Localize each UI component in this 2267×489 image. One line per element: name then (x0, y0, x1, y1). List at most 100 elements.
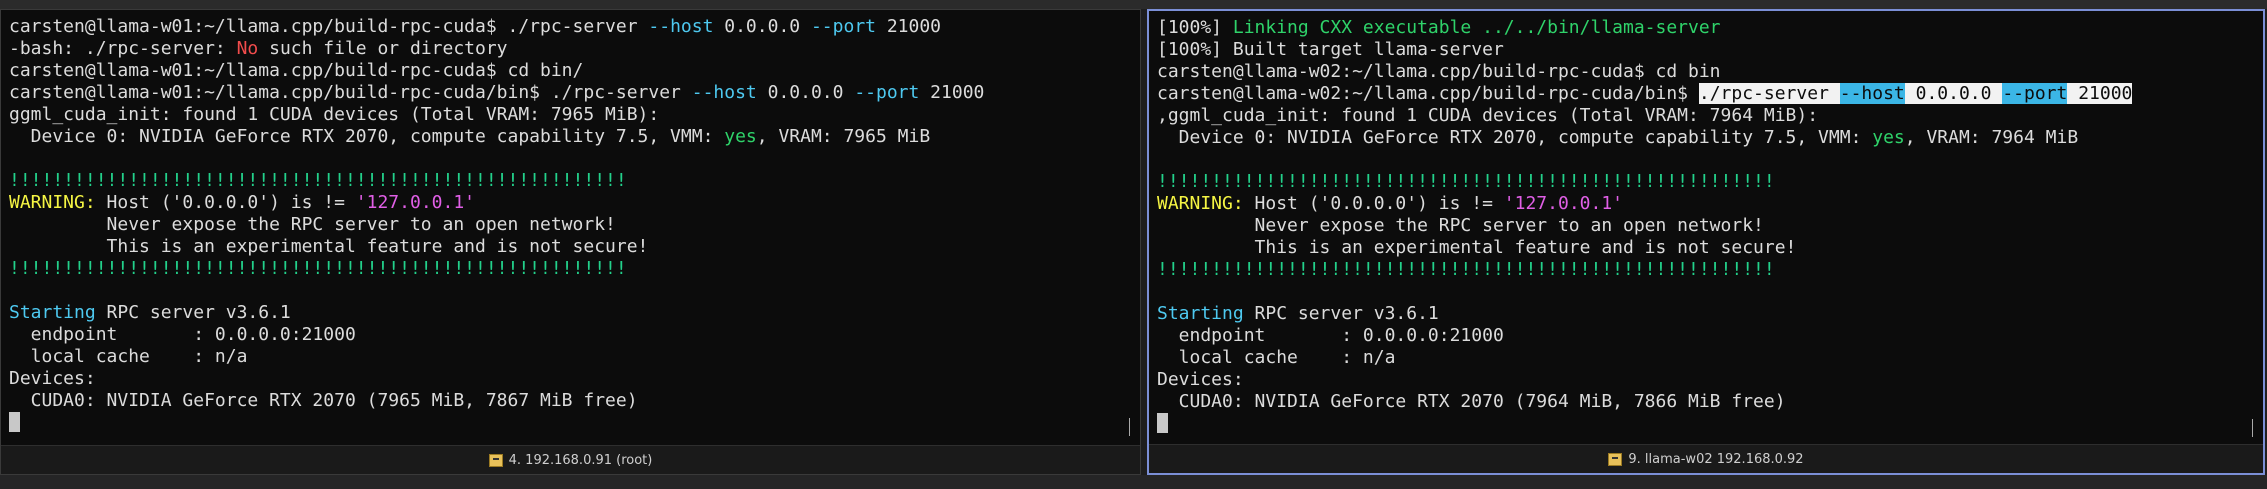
terminal-line: Starting RPC server v3.6.1 (1157, 303, 2243, 325)
terminal-text-segment: --port (810, 16, 876, 37)
terminal-text-segment: Starting (9, 302, 96, 323)
terminal-text-segment: local cache : n/a (9, 346, 248, 367)
pane-status-bar-left[interactable]: 4. 192.168.0.91 (root) (1, 445, 1140, 474)
terminal-text-segment: !!!!!!!!!!!!!!!!!!!!!!!!!!!!!!!!!!!!!!!!… (1157, 259, 1775, 280)
scrollbar-right[interactable] (2252, 419, 2253, 437)
terminal-text-segment: ./rpc-server (1698, 83, 1840, 104)
terminal-text-segment: CUDA0: NVIDIA GeForce RTX 2070 (7964 MiB… (1157, 391, 1786, 412)
terminal-text-segment: carsten@llama-w02:~/llama.cpp/build-rpc-… (1157, 61, 1721, 82)
terminal-text-segment: [100%] (1157, 17, 1233, 38)
window-top-strip (0, 0, 2267, 9)
terminal-text-segment: WARNING: (9, 192, 96, 213)
terminal-line: Devices: (9, 368, 1120, 390)
terminal-line: Starting RPC server v3.6.1 (9, 302, 1120, 324)
terminal-text-segment: 21000 (919, 82, 985, 103)
terminal-line: local cache : n/a (1157, 347, 2243, 369)
terminal-text-segment: '127.0.0.1' (1503, 193, 1624, 214)
terminal-tab-icon (1608, 452, 1623, 466)
terminal-text-segment: Never expose the RPC server to an open n… (9, 214, 616, 235)
scrollbar-left[interactable] (1129, 418, 1130, 436)
terminal-line: This is an experimental feature and is n… (9, 236, 1120, 258)
terminal-text-segment: --host (648, 16, 714, 37)
terminal-text-segment: Devices: (1157, 369, 1244, 390)
terminal-text-segment: --port (2002, 83, 2068, 104)
terminal-line: CUDA0: NVIDIA GeForce RTX 2070 (7964 MiB… (1157, 391, 2243, 413)
terminal-text-segment: yes (1872, 127, 1905, 148)
terminal-output-right[interactable]: [100%] Linking CXX executable ../../bin/… (1157, 17, 2243, 435)
terminal-line: -bash: ./rpc-server: No such file or dir… (9, 38, 1120, 60)
terminal-text-segment: local cache : n/a (1157, 347, 1396, 368)
terminal-text-segment: Linking CXX executable ../../bin/llama-s… (1232, 17, 1721, 38)
pane-status-bar-right[interactable]: 9. llama-w02 192.168.0.92 (1149, 444, 2263, 473)
terminal-text-segment: This is an experimental feature and is n… (9, 236, 649, 257)
terminal-line: local cache : n/a (9, 346, 1120, 368)
terminal-text-segment: Host ('0.0.0.0') is != (95, 192, 356, 213)
terminal-line: carsten@llama-w01:~/llama.cpp/build-rpc-… (9, 16, 1120, 38)
window-bottom-strip (0, 475, 2267, 489)
terminal-text-segment: such file or directory (258, 38, 508, 59)
terminal-line: !!!!!!!!!!!!!!!!!!!!!!!!!!!!!!!!!!!!!!!!… (1157, 259, 2243, 281)
terminal-text-segment: ggml_cuda_init: found 1 CUDA devices (To… (9, 104, 660, 125)
terminal-line: carsten@llama-w01:~/llama.cpp/build-rpc-… (9, 60, 1120, 82)
terminal-text-segment: WARNING: (1157, 193, 1244, 214)
terminal-text-segment: Device 0: NVIDIA GeForce RTX 2070, compu… (9, 126, 725, 147)
terminal-line: carsten@llama-w02:~/llama.cpp/build-rpc-… (1157, 61, 2243, 83)
terminal-line: [100%] Linking CXX executable ../../bin/… (1157, 17, 2243, 39)
terminal-text-segment: Host ('0.0.0.0') is != (1243, 193, 1504, 214)
terminal-line: This is an experimental feature and is n… (1157, 237, 2243, 259)
terminal-line: WARNING: Host ('0.0.0.0') is != '127.0.0… (1157, 193, 2243, 215)
terminal-text-segment: '127.0.0.1' (355, 192, 476, 213)
terminal-text-segment: Starting (1157, 303, 1244, 324)
terminal-text-segment: carsten@llama-w01:~/llama.cpp/build-rpc-… (9, 16, 649, 37)
terminal-line: Never expose the RPC server to an open n… (9, 214, 1120, 236)
terminal-text-segment: !!!!!!!!!!!!!!!!!!!!!!!!!!!!!!!!!!!!!!!!… (9, 258, 627, 279)
terminal-text-segment: Devices: (9, 368, 96, 389)
text-cursor (1157, 413, 1168, 433)
terminal-text-segment: carsten@llama-w02:~/llama.cpp/build-rpc-… (1157, 83, 1699, 104)
terminal-text-segment: yes (724, 126, 757, 147)
terminal-line: Devices: (1157, 369, 2243, 391)
terminal-line: ggml_cuda_init: found 1 CUDA devices (To… (9, 104, 1120, 126)
terminal-line: Device 0: NVIDIA GeForce RTX 2070, compu… (9, 126, 1120, 148)
terminal-line: !!!!!!!!!!!!!!!!!!!!!!!!!!!!!!!!!!!!!!!!… (9, 170, 1120, 192)
terminal-text-segment: carsten@llama-w01:~/llama.cpp/build-rpc-… (9, 60, 584, 81)
terminal-text-segment: --host (1839, 83, 1905, 104)
terminal-pane-left[interactable]: carsten@llama-w01:~/llama.cpp/build-rpc-… (0, 9, 1141, 475)
terminal-cursor-line (9, 412, 1120, 434)
terminal-text-segment: No (236, 38, 259, 59)
terminal-line: [100%] Built target llama-server (1157, 39, 2243, 61)
terminal-text-segment: RPC server v3.6.1 (95, 302, 291, 323)
terminal-text-segment: !!!!!!!!!!!!!!!!!!!!!!!!!!!!!!!!!!!!!!!!… (1157, 171, 1775, 192)
text-cursor (9, 412, 20, 432)
terminal-text-segment: 0.0.0.0 (756, 82, 855, 103)
terminal-line: CUDA0: NVIDIA GeForce RTX 2070 (7965 MiB… (9, 390, 1120, 412)
terminal-text-segment: carsten@llama-w01:~/llama.cpp/build-rpc-… (9, 82, 692, 103)
terminal-line: endpoint : 0.0.0.0:21000 (9, 324, 1120, 346)
terminal-text-segment: 0.0.0.0 (713, 16, 811, 37)
terminal-text-segment: 21000 (2067, 83, 2133, 104)
terminal-line: !!!!!!!!!!!!!!!!!!!!!!!!!!!!!!!!!!!!!!!!… (1157, 171, 2243, 193)
terminal-line: endpoint : 0.0.0.0:21000 (1157, 325, 2243, 347)
terminal-text-segment: [100%] Built target llama-server (1157, 39, 1504, 60)
terminal-text-segment: , VRAM: 7964 MiB (1904, 127, 2079, 148)
terminal-line: carsten@llama-w01:~/llama.cpp/build-rpc-… (9, 82, 1120, 104)
terminal-text-segment: This is an experimental feature and is n… (1157, 237, 1797, 258)
terminal-text-segment: Device 0: NVIDIA GeForce RTX 2070, compu… (1157, 127, 1873, 148)
terminal-text-segment: endpoint : 0.0.0.0:21000 (9, 324, 356, 345)
terminal-pane-right[interactable]: [100%] Linking CXX executable ../../bin/… (1147, 9, 2265, 475)
terminal-text-segment: ,ggml_cuda_init: found 1 CUDA devices (T… (1157, 105, 1819, 126)
terminal-text-segment: 21000 (876, 16, 942, 37)
terminal-text-segment: 0.0.0.0 (1904, 83, 2003, 104)
terminal-text-segment: CUDA0: NVIDIA GeForce RTX 2070 (7965 MiB… (9, 390, 638, 411)
terminal-tab-icon (488, 453, 503, 467)
terminal-text-segment: , VRAM: 7965 MiB (756, 126, 931, 147)
terminal-line: Never expose the RPC server to an open n… (1157, 215, 2243, 237)
terminal-text-segment: RPC server v3.6.1 (1243, 303, 1439, 324)
terminal-output-left[interactable]: carsten@llama-w01:~/llama.cpp/build-rpc-… (9, 16, 1120, 434)
terminal-line: WARNING: Host ('0.0.0.0') is != '127.0.0… (9, 192, 1120, 214)
terminal-text-segment: --port (854, 82, 920, 103)
